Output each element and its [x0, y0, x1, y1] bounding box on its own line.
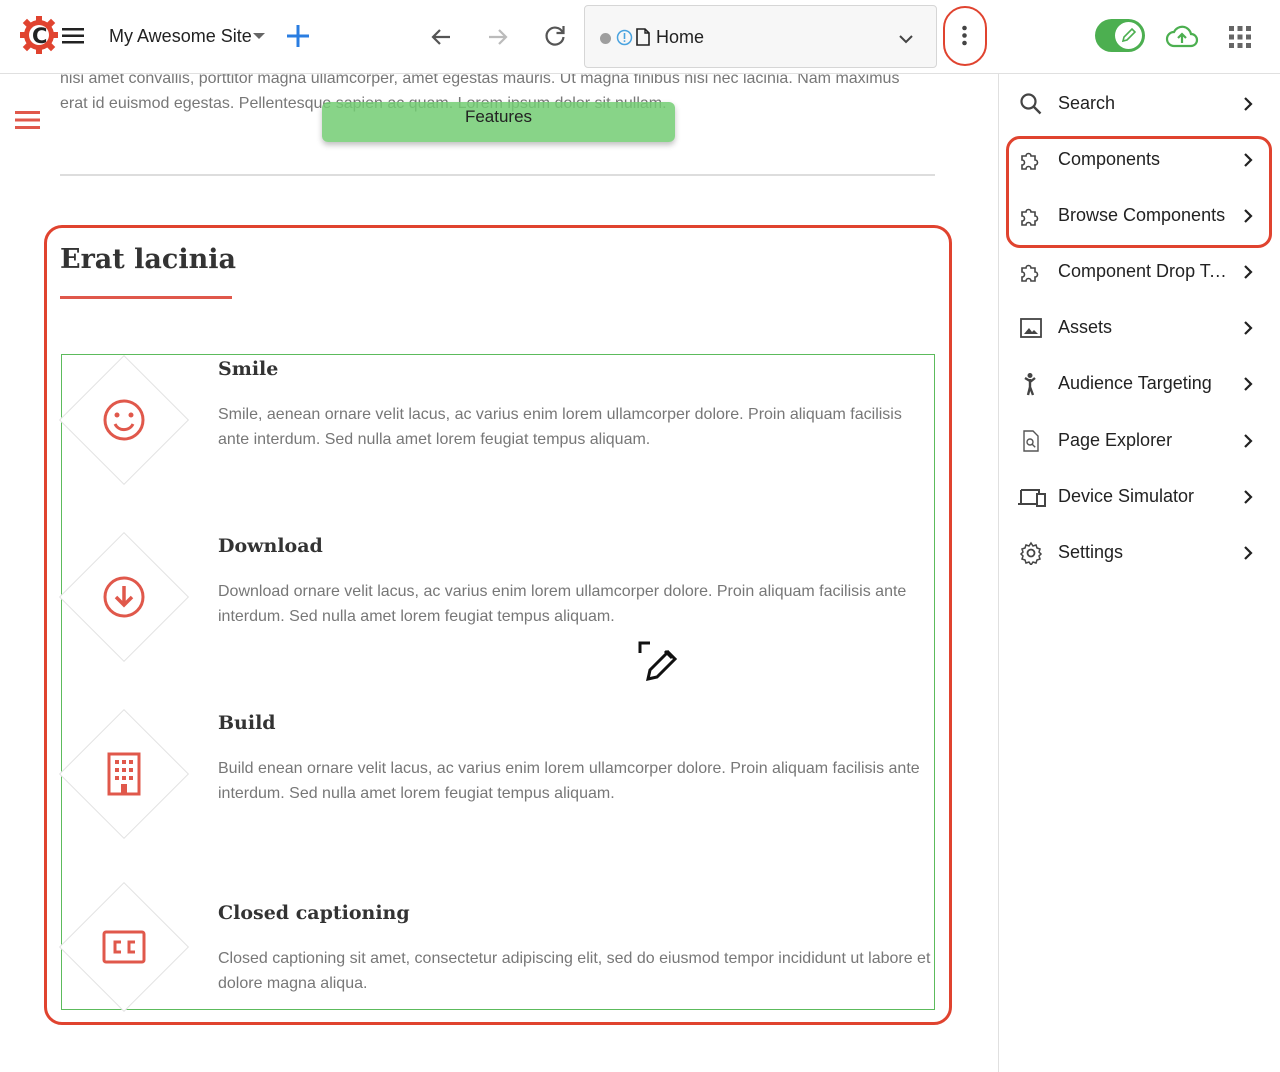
chevron-down-icon[interactable] — [895, 28, 917, 50]
panel-item-audience-targeting[interactable]: Audience Targeting — [999, 356, 1280, 412]
panel-item-label: Component Drop Targets — [1058, 261, 1236, 281]
chevron-right-icon — [1239, 432, 1257, 450]
feature-description: Smile, aenean ornare velit lacus, ac var… — [218, 406, 902, 448]
panel-item-label: Audience Targeting — [1058, 373, 1212, 393]
building-icon — [100, 750, 148, 798]
pencil-icon — [1115, 22, 1142, 49]
page-preview: nisi amet convallis, porttitor magna ull… — [0, 74, 998, 1072]
info-icon[interactable] — [616, 29, 633, 46]
gear-icon — [1019, 541, 1043, 567]
feature-title: Download — [218, 535, 323, 557]
page-icon — [635, 28, 651, 46]
intro-line-1: nisi amet convallis, porttitor magna ull… — [60, 74, 900, 87]
chevron-right-icon — [1239, 544, 1257, 562]
edit-mode-toggle[interactable] — [1095, 19, 1145, 52]
panel-item-assets[interactable]: Assets — [999, 300, 1280, 356]
puzzle-icon — [1019, 260, 1043, 284]
person-icon — [1019, 372, 1043, 396]
page-menu-icon[interactable] — [15, 110, 40, 130]
add-plus-icon[interactable] — [283, 21, 313, 51]
features-drop-target[interactable]: Features — [322, 102, 675, 142]
feature-description: Download ornare velit lacus, ac varius e… — [218, 583, 907, 625]
feature-title: Build — [218, 712, 276, 734]
panel-item-label: Page Explorer — [1058, 430, 1173, 450]
feature-description: Closed captioning sit amet, consectetur … — [218, 950, 931, 992]
download-icon — [100, 573, 148, 621]
tools-panel: Search Components Browse Components Comp… — [998, 74, 1280, 1072]
chevron-right-icon — [1239, 488, 1257, 506]
panel-item-label: Assets — [1058, 317, 1113, 337]
devices-icon — [1017, 485, 1047, 509]
panel-item-device-simulator[interactable]: Device Simulator — [999, 469, 1280, 525]
edit-cursor-icon — [636, 639, 682, 685]
more-options-button[interactable] — [943, 6, 987, 66]
svg-text:C: C — [32, 24, 47, 48]
panel-item-label: Settings — [1058, 542, 1124, 562]
current-page-label: Home — [656, 27, 705, 47]
panel-item-settings[interactable]: Settings — [999, 525, 1280, 581]
site-switcher[interactable]: My Awesome Site — [109, 26, 252, 47]
status-dot-icon — [600, 33, 611, 44]
feature-title: Closed captioning — [218, 902, 410, 924]
panel-item-page-explorer[interactable]: Page Explorer — [999, 413, 1280, 469]
apps-grid-icon[interactable] — [1228, 25, 1252, 49]
crafter-logo-icon[interactable]: C — [20, 14, 58, 56]
url-bar[interactable]: Home — [584, 5, 937, 68]
main-menu-icon[interactable] — [62, 26, 86, 46]
highlighted-components-outline — [1006, 136, 1272, 248]
panel-item-component-drop-targets[interactable]: Component Drop Targets — [999, 244, 1280, 300]
chevron-right-icon — [1239, 375, 1257, 393]
panel-item-label: Device Simulator — [1058, 486, 1195, 506]
search-icon — [1019, 92, 1043, 116]
back-arrow-icon[interactable] — [428, 24, 454, 50]
top-toolbar: C My Awesome Site Home — [0, 0, 1280, 74]
page-search-icon — [1019, 429, 1043, 453]
image-icon — [1019, 316, 1043, 340]
chevron-right-icon — [1239, 263, 1257, 281]
panel-item-label: Search — [1058, 93, 1116, 113]
chevron-right-icon — [1239, 319, 1257, 337]
panel-item-search[interactable]: Search — [999, 76, 1280, 132]
divider — [60, 174, 935, 176]
feature-title: Smile — [218, 358, 279, 380]
publish-cloud-icon[interactable] — [1165, 22, 1199, 52]
site-dropdown-caret-icon[interactable] — [253, 33, 265, 39]
forward-arrow-icon[interactable] — [485, 24, 511, 50]
chevron-right-icon — [1239, 95, 1257, 113]
feature-description: Build enean ornare velit lacus, ac variu… — [218, 760, 920, 802]
features-list[interactable]: Smile Smile, aenean ornare velit lacus, … — [58, 354, 935, 1013]
smile-icon — [100, 396, 148, 444]
title-underline — [60, 296, 232, 299]
section-title: Erat lacinia — [60, 244, 237, 275]
reload-icon[interactable] — [542, 23, 568, 49]
closed-captioning-icon — [100, 923, 148, 971]
